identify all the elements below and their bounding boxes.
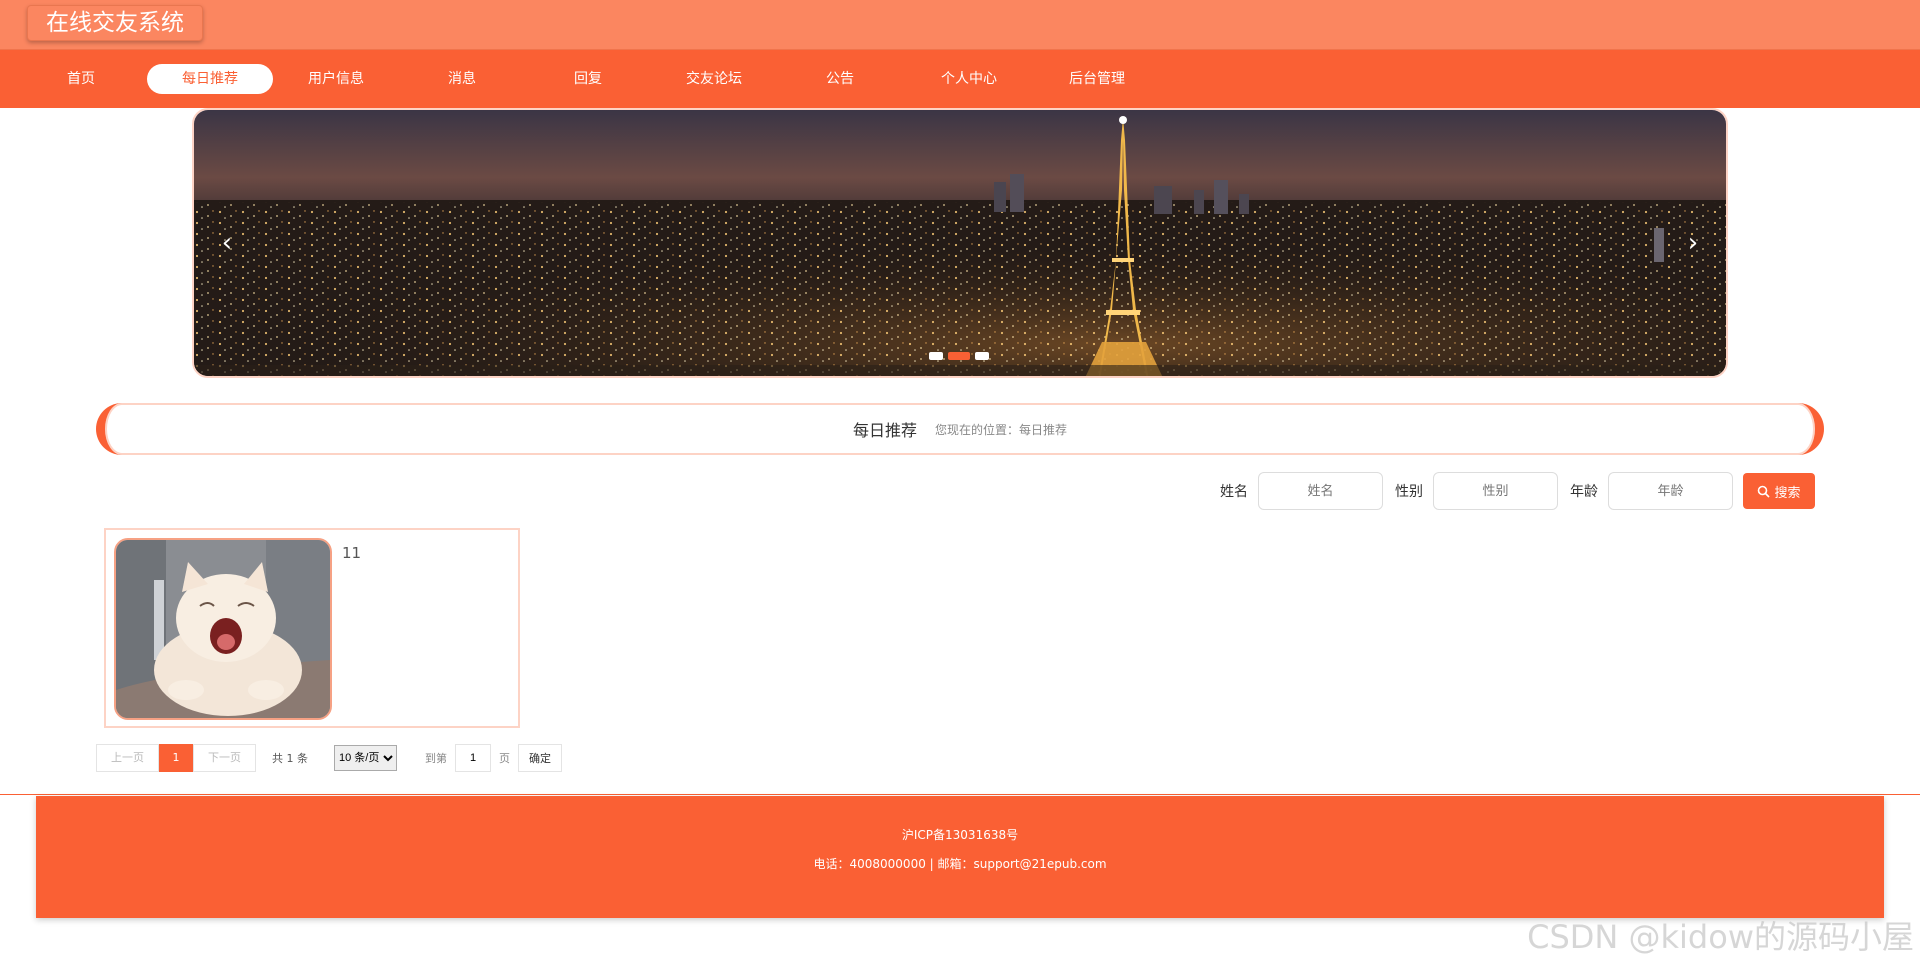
nav-item-announcement[interactable]: 公告 (777, 64, 903, 94)
search-icon (1758, 485, 1771, 498)
nav-item-messages[interactable]: 消息 (399, 64, 525, 94)
user-photo[interactable] (114, 538, 332, 720)
carousel-next-arrow[interactable]: › (1678, 228, 1708, 258)
banner-image (194, 110, 1726, 376)
nav-item-forum[interactable]: 交友论坛 (651, 64, 777, 94)
carousel-prev-arrow[interactable]: ‹ (212, 228, 242, 258)
gender-label: 性别 (1395, 484, 1423, 500)
main-nav: 首页 每日推荐 用户信息 消息 回复 交友论坛 公告 个人中心 后台管理 (0, 50, 1920, 108)
recommend-card[interactable]: 11 (104, 528, 520, 728)
page-size-select[interactable]: 10 条/页 (334, 745, 397, 771)
carousel-dot[interactable] (929, 352, 943, 360)
footer-divider (0, 794, 1920, 795)
next-page-button[interactable]: 下一页 (193, 744, 256, 772)
nav-item-user-info[interactable]: 用户信息 (273, 64, 399, 94)
name-input[interactable] (1258, 472, 1383, 510)
goto-label: 到第 (425, 752, 447, 765)
section-header: 每日推荐 您现在的位置：每日推荐 (96, 403, 1824, 455)
carousel-indicators (929, 352, 989, 360)
nav-item-reply[interactable]: 回复 (525, 64, 651, 94)
total-count: 共 1 条 (272, 752, 308, 765)
nav-item-personal-center[interactable]: 个人中心 (906, 64, 1032, 94)
card-user-name: 11 (342, 544, 362, 562)
site-title[interactable]: 在线交友系统 (27, 5, 203, 41)
carousel-dot[interactable] (975, 352, 989, 360)
name-label: 姓名 (1220, 484, 1248, 500)
cat-photo (116, 540, 330, 718)
nav-item-home[interactable]: 首页 (18, 64, 144, 94)
breadcrumb: 您现在的位置：每日推荐 (935, 422, 1068, 437)
banner-carousel[interactable]: ‹ › (192, 108, 1728, 378)
nav-item-admin[interactable]: 后台管理 (1034, 64, 1160, 94)
footer-contact: 电话：4008000000 | 邮箱：support@21epub.com (813, 857, 1107, 871)
footer-icp: 沪ICP备13031638号 (901, 828, 1019, 842)
goto-confirm-button[interactable]: 确定 (518, 744, 562, 772)
search-button-label: 搜索 (1774, 485, 1801, 501)
gender-input[interactable] (1433, 472, 1558, 510)
search-button[interactable]: 搜索 (1743, 473, 1815, 509)
section-title: 每日推荐 (852, 421, 917, 440)
carousel-dot-active[interactable] (948, 352, 970, 360)
watermark: CSDN @kidow的源码小屋 (1527, 918, 1914, 956)
search-bar: 姓名 性别 年龄 搜索 (1208, 472, 1815, 510)
pagination: 上一页 1 下一页 共 1 条 10 条/页 到第 页 确定 (96, 744, 562, 772)
age-label: 年龄 (1570, 484, 1598, 500)
current-page[interactable]: 1 (159, 744, 193, 772)
footer: 沪ICP备13031638号 电话：4008000000 | 邮箱：suppor… (36, 796, 1884, 918)
page-unit: 页 (499, 752, 510, 765)
nav-item-daily-recommend[interactable]: 每日推荐 (147, 64, 273, 94)
age-input[interactable] (1608, 472, 1733, 510)
goto-page-input[interactable] (455, 744, 491, 772)
prev-page-button[interactable]: 上一页 (96, 744, 159, 772)
top-header: 在线交友系统 (0, 0, 1920, 50)
